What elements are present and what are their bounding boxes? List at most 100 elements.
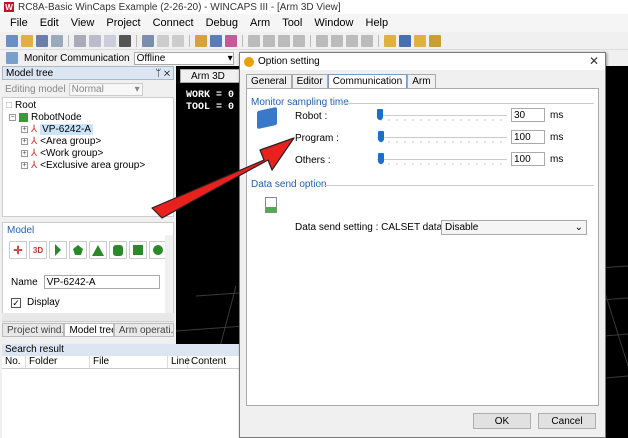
expand-icon[interactable]: + <box>21 150 28 157</box>
menu-view[interactable]: View <box>65 17 101 29</box>
axis-icon[interactable]: ✛ <box>9 241 27 259</box>
breakpoint-icon[interactable] <box>316 34 328 47</box>
step-out-icon[interactable] <box>361 34 373 47</box>
tab-editor[interactable]: Editor <box>291 74 328 88</box>
expand-icon[interactable]: + <box>21 126 28 133</box>
data-send-icon <box>265 197 277 213</box>
tab-communication[interactable]: Communication <box>327 74 408 88</box>
cut-icon[interactable] <box>74 34 86 47</box>
shape-palette: ✛ 3D <box>9 241 167 259</box>
build-icon[interactable] <box>195 34 207 47</box>
slider-thumb[interactable] <box>378 131 384 142</box>
slider-thumb[interactable] <box>377 109 383 120</box>
editing-model-combo[interactable]: Normal ▾ <box>68 82 143 96</box>
others-unit: ms <box>550 154 564 165</box>
project-icon[interactable] <box>384 34 396 47</box>
folder-icon[interactable] <box>414 34 426 47</box>
menu-debug[interactable]: Debug <box>200 17 244 29</box>
delete-icon[interactable] <box>119 34 131 47</box>
expand-icon[interactable]: + <box>21 138 28 145</box>
others-label: Others : <box>295 155 331 166</box>
collapse-icon[interactable]: − <box>9 114 16 121</box>
model-panel-scrollbar[interactable] <box>165 235 173 321</box>
model-panel-hscroll[interactable] <box>2 313 174 321</box>
find-icon[interactable] <box>142 34 154 47</box>
others-sampling-slider[interactable] <box>377 153 507 165</box>
editing-model-value: Normal <box>71 83 104 95</box>
tab-model-tree[interactable]: Model tree <box>64 323 114 337</box>
robot-icon[interactable] <box>429 34 441 47</box>
uncomment-icon[interactable] <box>293 34 305 47</box>
tree-item-exclusive-area-group[interactable]: + ⅄ <Exclusive area group> <box>21 160 145 171</box>
monitor-status-combo[interactable]: Offline ▾ <box>133 51 234 65</box>
transfer-icon[interactable] <box>210 34 222 47</box>
tree-item-area-group[interactable]: + ⅄ <Area group> <box>21 136 101 147</box>
3d-icon[interactable]: 3D <box>29 241 47 259</box>
monitor-icon[interactable] <box>6 52 18 64</box>
tree-item-robotnode[interactable]: − RobotNode <box>9 112 82 123</box>
col-no[interactable]: No. <box>2 356 26 368</box>
undo-icon[interactable] <box>157 34 169 47</box>
outdent-icon[interactable] <box>263 34 275 47</box>
robot-sampling-input[interactable]: 30 <box>511 108 545 122</box>
tree-item-vp-6242-a[interactable]: + ⅄ VP-6242-A <box>21 124 94 135</box>
save-all-icon[interactable] <box>51 34 63 47</box>
toolbar-separator <box>136 34 137 47</box>
tab-arm-operation[interactable]: Arm operati... <box>113 323 174 337</box>
menu-help[interactable]: Help <box>360 17 395 29</box>
window-icon[interactable] <box>399 34 411 47</box>
menu-tool[interactable]: Tool <box>276 17 308 29</box>
ok-button[interactable]: OK <box>473 413 531 429</box>
save-icon[interactable] <box>36 34 48 47</box>
col-content[interactable]: Content <box>188 356 240 368</box>
toolbar-separator <box>310 34 311 47</box>
wedge-icon[interactable] <box>49 241 67 259</box>
open-folder-icon[interactable] <box>21 34 33 47</box>
slider-thumb[interactable] <box>378 153 384 164</box>
step-icon[interactable] <box>331 34 343 47</box>
expand-icon[interactable]: + <box>21 162 28 169</box>
robot-node-icon <box>19 113 28 122</box>
debug-icon[interactable] <box>225 34 237 47</box>
tree-item-root[interactable]: □ Root <box>6 100 36 111</box>
indent-icon[interactable] <box>248 34 260 47</box>
others-sampling-input[interactable]: 100 <box>511 152 545 166</box>
tab-arm[interactable]: Arm <box>407 74 436 88</box>
pin-close-icon[interactable]: ᛘ ✕ <box>155 68 170 79</box>
display-checkbox[interactable]: ✓ <box>11 297 21 308</box>
close-icon[interactable]: ✕ <box>589 54 599 68</box>
menu-edit[interactable]: Edit <box>34 17 65 29</box>
robot-sampling-slider[interactable] <box>377 109 507 121</box>
arm-3d-view-tab[interactable]: Arm 3D <box>180 69 240 83</box>
data-send-select[interactable]: Disable ⌄ <box>441 220 587 235</box>
program-sampling-value: 100 <box>514 131 531 143</box>
pentagon-icon[interactable] <box>69 241 87 259</box>
menu-arm[interactable]: Arm <box>244 17 276 29</box>
menu-connect[interactable]: Connect <box>147 17 200 29</box>
cylinder-icon[interactable] <box>109 241 127 259</box>
monitor-toolbar: Monitor Communication Offline ▾ <box>0 50 240 66</box>
new-icon[interactable] <box>6 34 18 47</box>
paste-icon[interactable] <box>104 34 116 47</box>
program-sampling-input[interactable]: 100 <box>511 130 545 144</box>
cone-icon[interactable] <box>89 241 107 259</box>
robot-sampling-value: 30 <box>514 109 526 121</box>
cube-icon[interactable] <box>129 241 147 259</box>
cancel-button[interactable]: Cancel <box>538 413 596 429</box>
menu-window[interactable]: Window <box>308 17 359 29</box>
copy-icon[interactable] <box>89 34 101 47</box>
step-over-icon[interactable] <box>346 34 358 47</box>
col-folder[interactable]: Folder <box>26 356 90 368</box>
tab-general[interactable]: General <box>246 74 292 88</box>
col-file[interactable]: File <box>90 356 168 368</box>
menu-file[interactable]: File <box>4 17 34 29</box>
redo-icon[interactable] <box>172 34 184 47</box>
menu-project[interactable]: Project <box>100 17 146 29</box>
col-line[interactable]: Line <box>168 356 190 368</box>
tab-project-window[interactable]: Project wind... <box>2 323 65 337</box>
tree-item-work-group[interactable]: + ⅄ <Work group> <box>21 148 103 159</box>
data-send-label: Data send setting : CALSET data <box>295 222 443 233</box>
model-name-field[interactable]: VP-6242-A <box>43 275 160 289</box>
comment-icon[interactable] <box>278 34 290 47</box>
program-sampling-slider[interactable] <box>377 131 507 143</box>
